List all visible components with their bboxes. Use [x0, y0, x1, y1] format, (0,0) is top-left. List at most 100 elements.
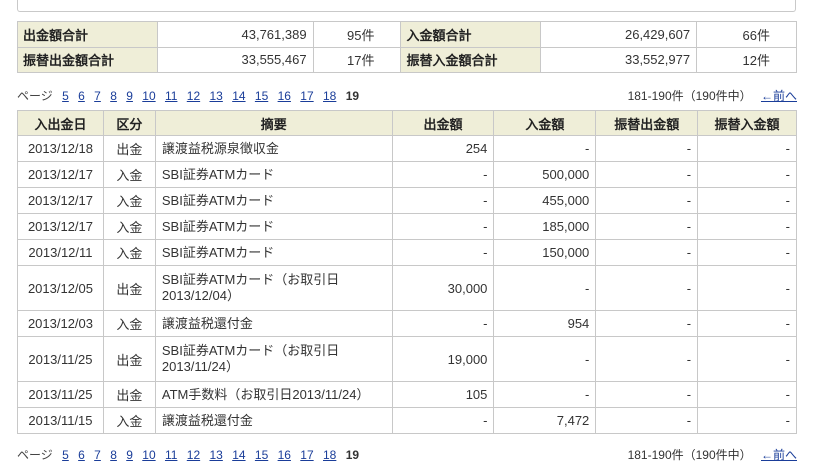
page-link-16[interactable]: 16: [278, 448, 291, 462]
cell-transfer-in: -: [697, 381, 797, 408]
col-header-transfer-in[interactable]: 振替入金額: [697, 110, 797, 136]
pager-label: ページ: [17, 448, 53, 462]
cell-deposit: 954: [493, 310, 597, 337]
col-header-deposit[interactable]: 入金額: [493, 110, 597, 136]
table-row: 2013/12/17 入金 SBI証券ATMカード - 500,000 - -: [17, 161, 797, 188]
page-link-6[interactable]: 6: [78, 448, 85, 462]
cell-description: 譲渡益税還付金: [154, 407, 393, 434]
transfer-in-label: 振替入金額合計: [400, 46, 542, 73]
page-link-14[interactable]: 14: [232, 448, 245, 462]
pager-right: 181-190件（190件中） ←前へ: [628, 87, 797, 104]
cell-transfer-in: -: [697, 265, 797, 311]
page-link-18[interactable]: 18: [323, 448, 336, 462]
withdraw-total-count: 95件: [312, 21, 402, 48]
description-line-2: 2013/12/04）: [161, 288, 240, 303]
cell-description: 譲渡益税源泉徴収金: [154, 135, 393, 162]
withdraw-total-value: 43,761,389: [156, 21, 314, 48]
cell-type: 入金: [102, 407, 156, 434]
cell-transfer-out: -: [595, 381, 699, 408]
cell-date: 2013/11/25: [17, 381, 104, 408]
cell-transfer-out: -: [595, 310, 699, 337]
cell-transfer-in: -: [697, 187, 797, 214]
cell-type: 入金: [102, 239, 156, 266]
transactions-table: 入出金日 区分 摘要 出金額 入金額 振替出金額 振替入金額 2013/12/1…: [17, 110, 797, 434]
col-header-description[interactable]: 摘要: [154, 110, 393, 136]
page-link-11[interactable]: 11: [165, 448, 177, 462]
page-link-9[interactable]: 9: [126, 89, 133, 103]
cell-withdrawal: 254: [391, 135, 495, 162]
page-link-6[interactable]: 6: [78, 89, 85, 103]
cell-type: 入金: [102, 213, 156, 240]
cell-description: SBI証券ATMカード（お取引日 2013/12/04）: [154, 265, 393, 311]
cell-date: 2013/11/15: [17, 407, 104, 434]
col-header-type[interactable]: 区分: [102, 110, 156, 136]
cell-date: 2013/12/05: [17, 265, 104, 311]
cell-transfer-out: -: [595, 135, 699, 162]
col-header-transfer-out[interactable]: 振替出金額: [595, 110, 699, 136]
cell-description: SBI証券ATMカード: [154, 213, 393, 240]
top-panel-edge: [17, 0, 796, 12]
table-row: 2013/12/18 出金 譲渡益税源泉徴収金 254 - - -: [17, 135, 797, 162]
page-link-16[interactable]: 16: [278, 89, 291, 103]
table-row: 2013/12/11 入金 SBI証券ATMカード - 150,000 - -: [17, 239, 797, 266]
page-link-8[interactable]: 8: [110, 448, 117, 462]
page-link-18[interactable]: 18: [323, 89, 336, 103]
page-link-15[interactable]: 15: [255, 448, 268, 462]
page-links: ページ 5 6 7 8 9 10 11 12 13 14 15 16 17 18…: [17, 87, 359, 104]
prev-page-link[interactable]: ←前へ: [761, 89, 797, 103]
page-link-10[interactable]: 10: [142, 89, 155, 103]
table-row: 2013/12/05 出金 SBI証券ATMカード（お取引日 2013/12/0…: [17, 265, 797, 311]
page-link-15[interactable]: 15: [255, 89, 268, 103]
page-link-5[interactable]: 5: [62, 89, 69, 103]
cell-deposit: 455,000: [493, 187, 597, 214]
result-range: 181-190件（190件中）: [627, 89, 752, 103]
cell-transfer-in: -: [697, 336, 797, 382]
page-link-10[interactable]: 10: [142, 448, 155, 462]
table-row: 2013/12/03 入金 譲渡益税還付金 - 954 - -: [17, 310, 797, 337]
table-row: 2013/12/17 入金 SBI証券ATMカード - 185,000 - -: [17, 213, 797, 240]
cell-withdrawal: -: [391, 310, 495, 337]
page-link-14[interactable]: 14: [232, 89, 245, 103]
cell-type: 入金: [102, 161, 156, 188]
cell-type: 出金: [102, 336, 156, 382]
cell-transfer-out: -: [595, 239, 699, 266]
page-link-7[interactable]: 7: [94, 89, 101, 103]
cell-type: 出金: [102, 265, 156, 311]
page-link-9[interactable]: 9: [126, 448, 133, 462]
cell-date: 2013/11/25: [17, 336, 104, 382]
cell-withdrawal: 19,000: [391, 336, 495, 382]
col-header-date[interactable]: 入出金日: [17, 110, 104, 136]
col-header-withdrawal[interactable]: 出金額: [391, 110, 495, 136]
page-link-7[interactable]: 7: [94, 448, 101, 462]
cell-description: SBI証券ATMカード: [154, 239, 393, 266]
page-link-11[interactable]: 11: [165, 89, 177, 103]
cell-transfer-in: -: [697, 161, 797, 188]
page-link-12[interactable]: 12: [187, 448, 200, 462]
page-link-17[interactable]: 17: [300, 89, 313, 103]
table-row: 2013/12/17 入金 SBI証券ATMカード - 455,000 - -: [17, 187, 797, 214]
cell-date: 2013/12/11: [17, 239, 104, 266]
cell-deposit: -: [493, 265, 597, 311]
page-link-17[interactable]: 17: [300, 448, 313, 462]
cell-deposit: -: [493, 381, 597, 408]
table-row: 2013/11/25 出金 ATM手数料（お取引日2013/11/24） 105…: [17, 381, 797, 408]
cell-deposit: 7,472: [493, 407, 597, 434]
transfer-out-label: 振替出金額合計: [17, 46, 158, 73]
page-link-12[interactable]: 12: [187, 89, 200, 103]
prev-page-link[interactable]: ←前へ: [761, 448, 797, 462]
table-row: 2013/11/15 入金 譲渡益税還付金 - 7,472 - -: [17, 407, 797, 434]
cell-date: 2013/12/03: [17, 310, 104, 337]
cell-type: 出金: [102, 381, 156, 408]
page-link-13[interactable]: 13: [209, 89, 222, 103]
cell-transfer-in: -: [697, 239, 797, 266]
page-link-5[interactable]: 5: [62, 448, 69, 462]
cell-description: SBI証券ATMカード: [154, 187, 393, 214]
page-link-8[interactable]: 8: [110, 89, 117, 103]
transfer-in-value: 33,552,977: [540, 46, 698, 73]
cell-deposit: 185,000: [493, 213, 597, 240]
deposit-total-label: 入金額合計: [400, 21, 542, 48]
cell-deposit: 500,000: [493, 161, 597, 188]
cell-withdrawal: -: [391, 213, 495, 240]
cell-type: 出金: [102, 135, 156, 162]
page-link-13[interactable]: 13: [209, 448, 222, 462]
